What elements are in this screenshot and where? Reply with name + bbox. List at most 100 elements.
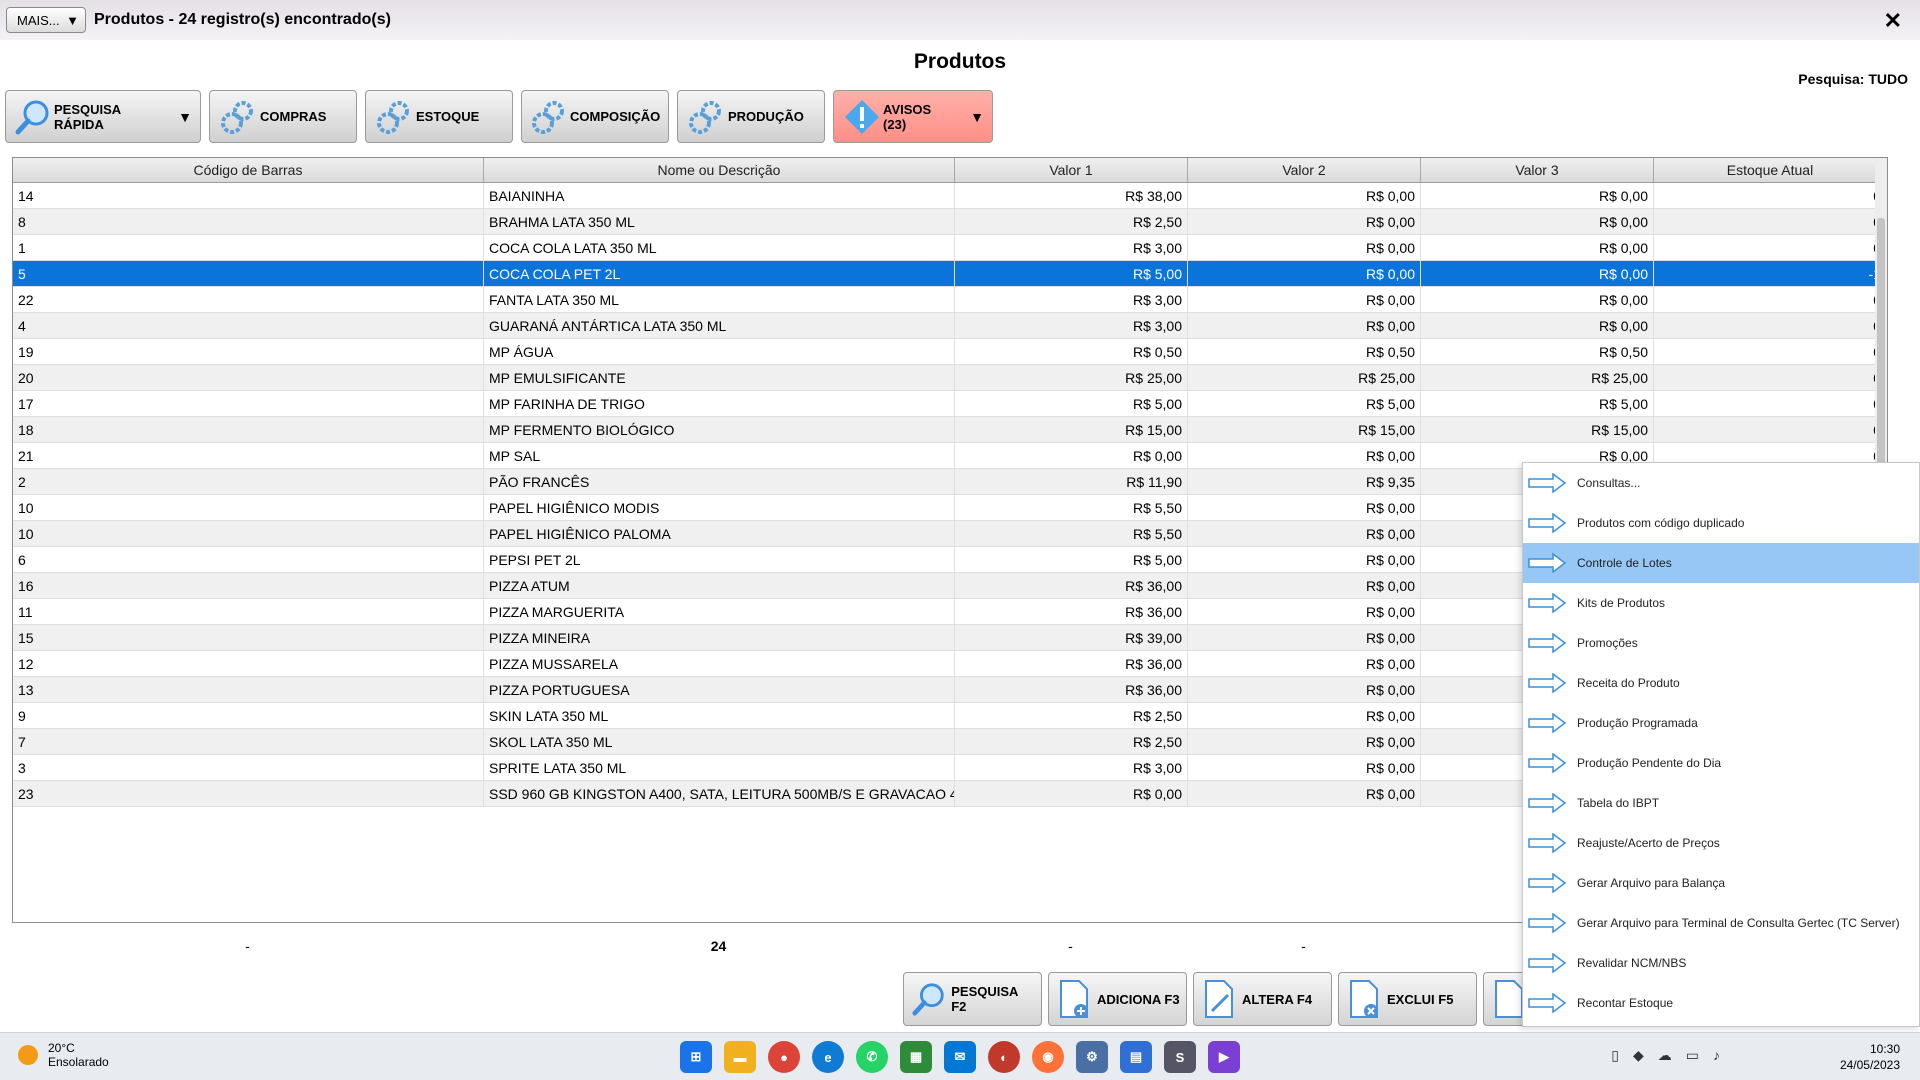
table-row[interactable]: 8 BRAHMA LATA 350 ML R$ 2,50 R$ 0,00 R$ 0,00… [13,209,1887,235]
cell-valor1: R$ 0,00 [955,781,1188,806]
table-row[interactable]: 4 GUARANÁ ANTÁRTICA LATA 350 ML R$ 3,00 R$ … [13,313,1887,339]
cell-estoque: 0 [1654,417,1887,442]
cell-valor3: R$ 5,00 [1421,391,1654,416]
table-row[interactable]: 19MP ÁGUAR$ 0,50R$ 0,50R$ 0,500 [13,339,1887,365]
cell-valor1: R$ 2,50 [955,209,1188,234]
cell-nome: PIZZA MARGUERITA [484,599,955,624]
spreadsheet-icon[interactable]: ▦ [900,1041,932,1073]
menu-item[interactable]: Receita do Produto [1523,663,1919,703]
table-row[interactable]: 22 FANTA LATA 350 ML R$ 3,00 R$ 0,00 R$ 0,00… [13,287,1887,313]
table-row[interactable]: 20 MP EMULSIFICANTE R$ 25,00 R$ 25,00 R$ 25,… [13,365,1887,391]
notepad-icon[interactable]: ▤ [1120,1041,1152,1073]
avisos-button[interactable]: AVISOS (23) ▼ [833,90,993,143]
delete-document-icon [1345,978,1383,1020]
table-row[interactable]: 5COCA COLA PET 2LR$ 5,00R$ 0,00R$ 0,00-1 [13,261,1887,287]
cell-valor2: R$ 0,00 [1188,703,1421,728]
top-toolbar: PESQUISA RÁPIDA ▼ COMPRAS ESTOQUE COMPOS… [5,90,993,143]
cell-valor2: R$ 0,00 [1188,677,1421,702]
chevron-down-icon[interactable]: ▼ [970,109,984,125]
pesquisa-f2-button[interactable]: PESQUISA F2 [903,972,1042,1026]
column-header[interactable]: Código de Barras [13,158,484,182]
app-icon[interactable]: ◐ [988,1041,1020,1073]
cell-valor2: R$ 0,00 [1188,261,1421,286]
chrome-icon[interactable]: ● [768,1041,800,1073]
menu-item[interactable]: Tabela do IBPT [1523,783,1919,823]
totals-row: - 24 - - [12,938,1420,954]
mail-icon[interactable]: ✉ [944,1041,976,1073]
menu-item[interactable]: Revalidar NCM/NBS [1523,943,1919,983]
menu-item-label: Produção Pendente do Dia [1577,756,1722,770]
table-row[interactable]: 14BAIANINHAR$ 38,00R$ 0,00R$ 0,000 [13,183,1887,209]
media-app-icon[interactable]: ▶ [1208,1041,1240,1073]
settings-gear-icon[interactable]: ⚙ [1076,1041,1108,1073]
file-explorer-icon[interactable]: ▬ [724,1041,756,1073]
exclui-f5-button[interactable]: EXCLUI F5 [1338,972,1477,1026]
quick-search-button[interactable]: PESQUISA RÁPIDA ▼ [5,90,201,143]
cell-codigo: 4 [13,313,484,338]
erp-app-icon[interactable]: S [1164,1041,1196,1073]
cell-estoque: 0 [1654,339,1887,364]
menu-item[interactable]: Produção Pendente do Dia [1523,743,1919,783]
table-row[interactable]: 17 MP FARINHA DE TRIGO R$ 5,00 R$ 5,00 R$ 5,… [13,391,1887,417]
chevron-down-icon[interactable]: ▼ [178,109,192,125]
column-header[interactable]: Valor 2 [1188,158,1421,182]
cell-valor1: R$ 2,50 [955,729,1188,754]
menu-item[interactable]: Gerar Arquivo para Balança [1523,863,1919,903]
column-header[interactable]: Valor 3 [1421,158,1654,182]
table-row[interactable]: 1 COCA COLA LATA 350 ML R$ 3,00 R$ 0,00 R$ 0… [13,235,1887,261]
menu-item[interactable]: Produção Programada [1523,703,1919,743]
chevron-down-icon: ▼ [66,12,79,28]
estoque-button[interactable]: ESTOQUE [365,90,513,143]
windows-start-icon[interactable]: ⊞ [680,1041,712,1073]
close-icon[interactable]: ✕ [1884,8,1902,34]
network-icon[interactable]: ▭ [1686,1047,1699,1064]
menu-item[interactable]: Produtos com código duplicado [1523,503,1919,543]
cell-estoque: 0 [1654,209,1887,234]
cell-estoque: 0 [1654,391,1887,416]
total-codigo: - [245,938,250,954]
menu-item[interactable]: Controle de Lotes [1523,543,1919,583]
cell-estoque: 0 [1654,365,1887,390]
cell-valor3: R$ 0,00 [1421,313,1654,338]
volume-icon[interactable]: ♪ [1713,1047,1720,1064]
cell-nome: FANTA LATA 350 ML [484,287,955,312]
edge-icon[interactable]: e [812,1041,844,1073]
adiciona-f3-button[interactable]: ADICIONA F3 [1048,972,1187,1026]
cell-codigo: 12 [13,651,484,676]
cell-valor2: R$ 0,00 [1188,625,1421,650]
cell-codigo: 10 [13,495,484,520]
cell-valor2: R$ 0,00 [1188,209,1421,234]
altera-f4-button[interactable]: ALTERA F4 [1193,972,1332,1026]
cloud-icon[interactable]: ☁ [1658,1047,1672,1064]
column-header[interactable]: Estoque Atual [1654,158,1887,182]
mais-dropdown-button[interactable]: MAIS... ▼ [6,7,86,33]
menu-item[interactable]: Consultas... [1523,463,1919,503]
usb-icon[interactable]: ▯ [1611,1047,1619,1064]
cell-codigo: 10 [13,521,484,546]
compras-button[interactable]: COMPRAS [209,90,357,143]
menu-item[interactable]: Kits de Produtos [1523,583,1919,623]
menu-item[interactable]: Gerar Arquivo para Terminal de Consulta … [1523,903,1919,943]
producao-button[interactable]: PRODUÇÃO [677,90,825,143]
clock[interactable]: 10:30 24/05/2023 [1840,1041,1900,1073]
cell-valor1: R$ 0,50 [955,339,1188,364]
cell-valor1: R$ 3,00 [955,313,1188,338]
cell-valor1: R$ 36,00 [955,651,1188,676]
firefox-icon[interactable]: ◉ [1032,1041,1064,1073]
gear-icon [218,97,258,137]
cell-codigo: 13 [13,677,484,702]
cell-valor2: R$ 0,00 [1188,547,1421,572]
cell-codigo: 22 [13,287,484,312]
cell-nome: MP SAL [484,443,955,468]
menu-item[interactable]: Reajuste/Acerto de Preços [1523,823,1919,863]
table-row[interactable]: 18 MP FERMENTO BIOLÓGICO R$ 15,00 R$ 15,00 R… [13,417,1887,443]
column-header[interactable]: Nome ou Descrição [484,158,955,182]
column-header[interactable]: Valor 1 [955,158,1188,182]
whatsapp-icon[interactable]: ✆ [856,1041,888,1073]
weather-widget[interactable]: 20°C Ensolarado [18,1041,109,1069]
composicao-button[interactable]: COMPOSIÇÃO [521,90,669,143]
menu-item[interactable]: Promoções [1523,623,1919,663]
shield-icon[interactable]: ◆ [1633,1047,1644,1064]
arrow-right-icon [1528,753,1567,773]
menu-item[interactable]: Recontar Estoque [1523,983,1919,1023]
